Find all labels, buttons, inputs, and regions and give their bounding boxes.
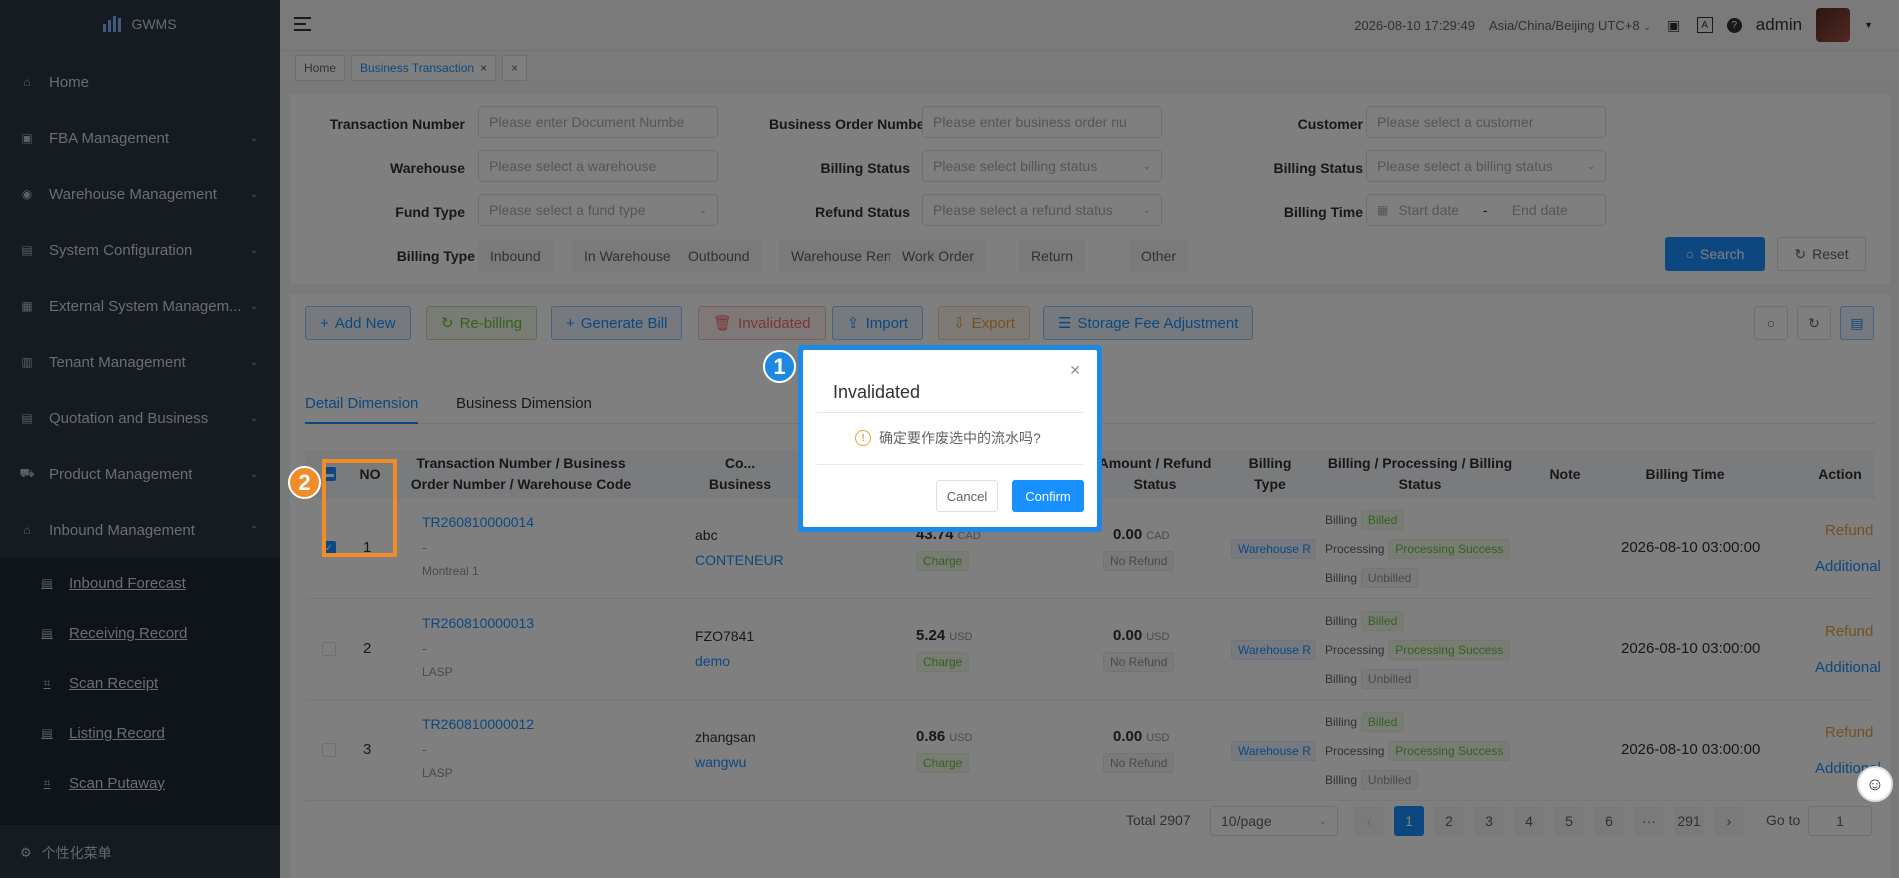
invalidate-confirm-dialog: Invalidated ✕ ! 确定要作废选中的流水吗? Cancel Conf…: [803, 350, 1097, 527]
annotation-badge-1: 1: [763, 350, 796, 383]
close-icon[interactable]: ✕: [1069, 362, 1081, 379]
dialog-divider: [817, 464, 1083, 465]
cancel-button[interactable]: Cancel: [936, 480, 998, 512]
dialog-message-text: 确定要作废选中的流水吗?: [879, 430, 1041, 446]
confirm-button[interactable]: Confirm: [1012, 480, 1084, 512]
highlight-checkbox-column: [322, 459, 397, 557]
assistant-avatar-icon[interactable]: ☺: [1857, 766, 1893, 802]
dialog-title: Invalidated: [833, 382, 921, 402]
annotation-badge-2: 2: [288, 466, 321, 499]
dialog-divider: [817, 412, 1083, 413]
dialog-message: ! 确定要作废选中的流水吗?: [855, 428, 1041, 448]
warning-icon: !: [855, 430, 871, 446]
